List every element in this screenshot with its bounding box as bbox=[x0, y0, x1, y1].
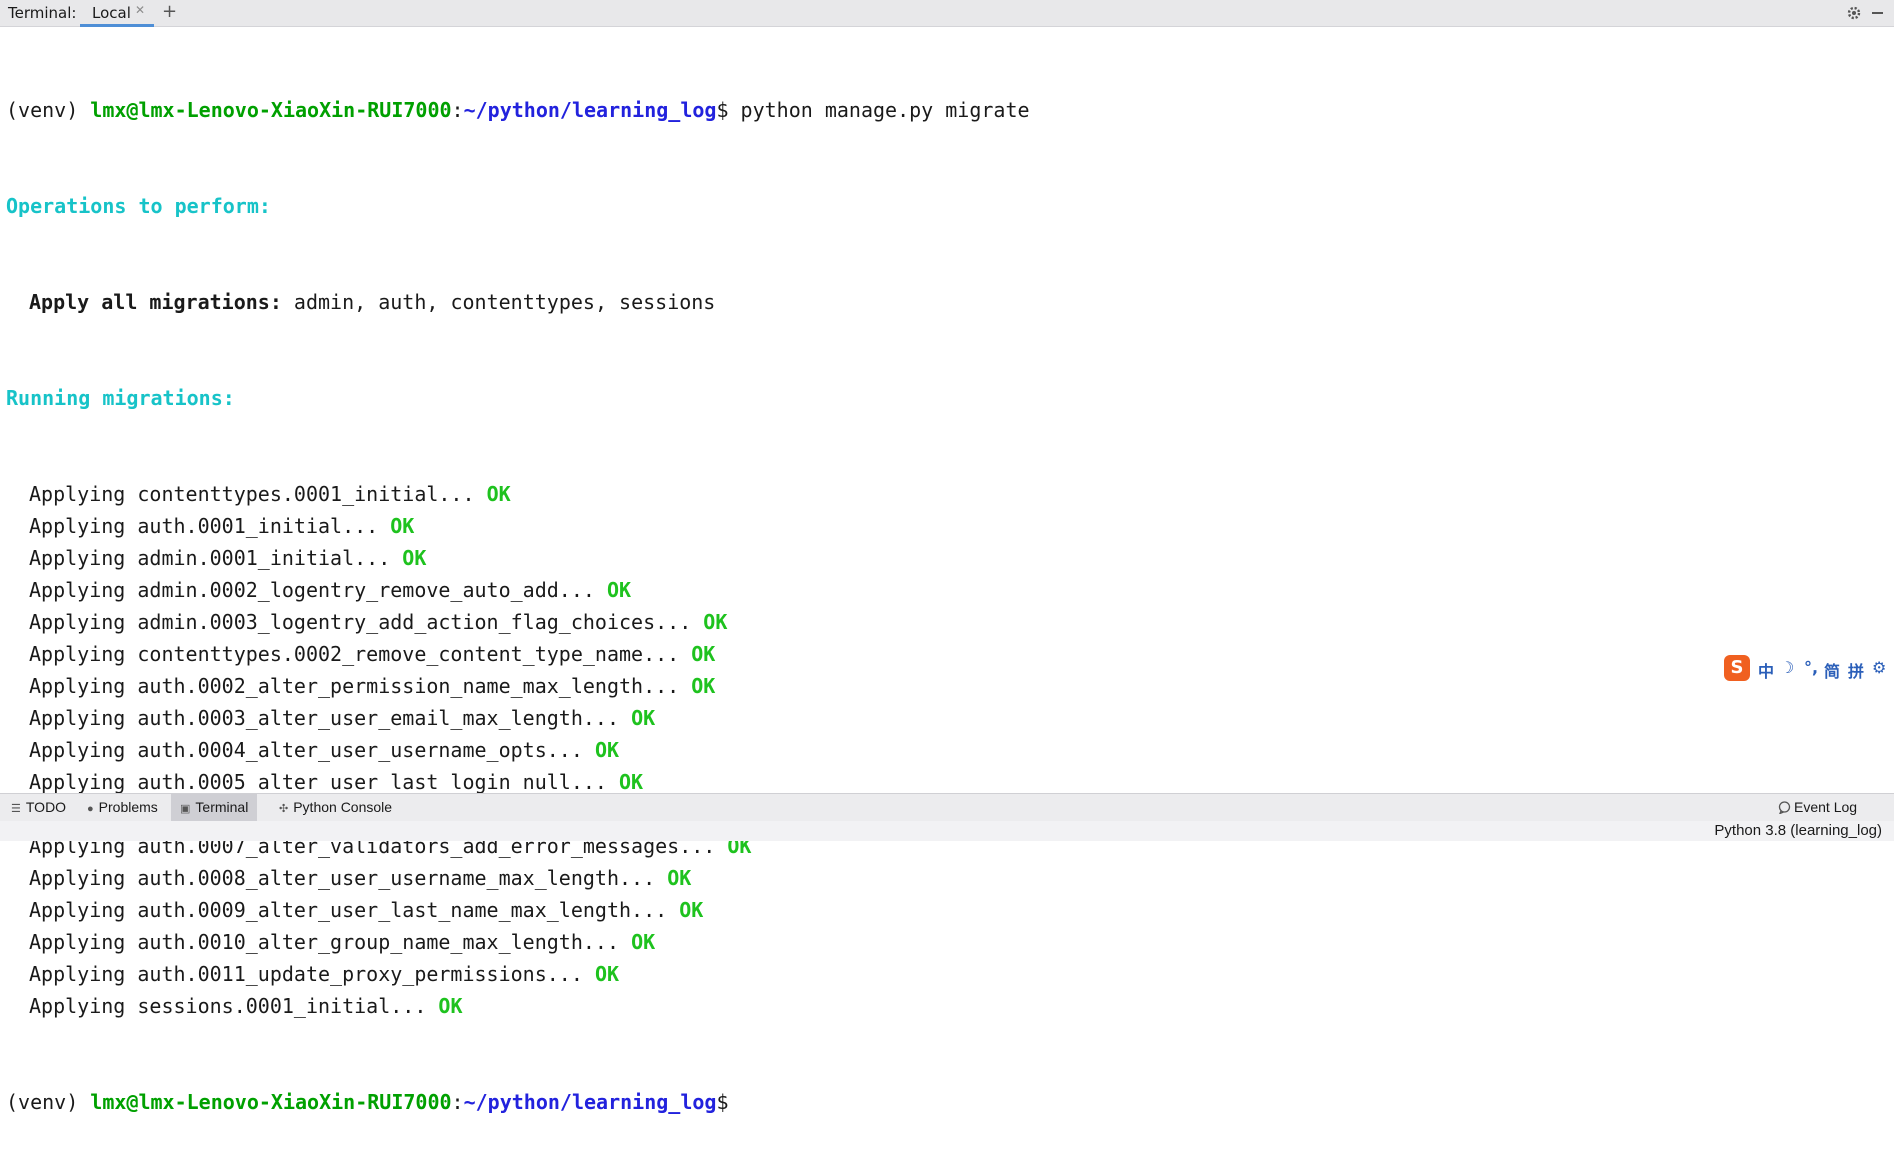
working-directory: ~/python/learning_log bbox=[463, 98, 717, 122]
migration-line: Applying auth.0009_alter_user_last_name_… bbox=[6, 894, 1894, 926]
tab-todo-label: TODO bbox=[25, 799, 67, 815]
migration-text: Applying auth.0008_alter_user_username_m… bbox=[29, 866, 668, 890]
migration-line: Applying auth.0011_update_proxy_permissi… bbox=[6, 958, 1894, 990]
speech-bubble-icon bbox=[1778, 801, 1791, 815]
add-tab-icon[interactable]: + bbox=[162, 1, 177, 22]
ok-status: OK bbox=[667, 866, 692, 890]
prompt-line: (venv) lmx@lmx-Lenovo-XiaoXin-RUI7000:~/… bbox=[6, 1086, 1894, 1118]
apply-all-apps: admin, auth, contenttypes, sessions bbox=[281, 290, 716, 314]
ok-status: OK bbox=[438, 994, 463, 1018]
migration-line: Applying auth.0010_alter_group_name_max_… bbox=[6, 926, 1894, 958]
migration-line: Applying auth.0001_initial... OK bbox=[6, 510, 1894, 542]
tab-python-console[interactable]: ✣ Python Console bbox=[270, 794, 401, 821]
terminal-output[interactable]: (venv) lmx@lmx-Lenovo-XiaoXin-RUI7000:~/… bbox=[0, 27, 1894, 1114]
migration-line: Applying sessions.0001_initial... OK bbox=[6, 990, 1894, 1022]
migration-text: Applying admin.0002_logentry_remove_auto… bbox=[29, 578, 607, 602]
migration-line: Applying auth.0002_alter_permission_name… bbox=[6, 670, 1894, 702]
tab-label: Local bbox=[92, 4, 131, 22]
migration-text: Applying auth.0001_initial... bbox=[29, 514, 391, 538]
ime-toolbar[interactable]: S 中 ☽ °, 简 拼 ⚙ bbox=[1724, 655, 1890, 683]
punctuation-icon[interactable]: °, bbox=[1804, 658, 1818, 677]
migration-text: Applying auth.0009_alter_user_last_name_… bbox=[29, 898, 680, 922]
half-width-icon[interactable]: ☽ bbox=[1780, 658, 1794, 677]
migration-text: Applying auth.0004_alter_user_username_o… bbox=[29, 738, 595, 762]
list-icon: ☰ bbox=[11, 803, 21, 815]
status-bar: Python 3.8 (learning_log) bbox=[0, 821, 1894, 841]
close-icon[interactable]: ✕ bbox=[135, 3, 145, 17]
apply-all-line: Apply all migrations: admin, auth, conte… bbox=[6, 286, 1894, 318]
venv-label: (venv) bbox=[6, 1090, 91, 1114]
migration-line: Applying auth.0008_alter_user_username_m… bbox=[6, 862, 1894, 894]
migration-text: Applying admin.0001_initial... bbox=[29, 546, 403, 570]
migration-line: Applying admin.0002_logentry_remove_auto… bbox=[6, 574, 1894, 606]
ok-status: OK bbox=[691, 674, 716, 698]
tab-todo[interactable]: ☰ TODO bbox=[2, 794, 75, 821]
ok-status: OK bbox=[390, 514, 415, 538]
ok-status: OK bbox=[402, 546, 427, 570]
ok-status: OK bbox=[606, 578, 632, 602]
migration-line: Applying admin.0001_initial... OK bbox=[6, 542, 1894, 574]
event-log-button[interactable]: Event Log bbox=[1778, 794, 1857, 821]
ok-status: OK bbox=[703, 610, 728, 634]
command-text: python manage.py migrate bbox=[728, 98, 1030, 122]
user-host: lmx@lmx-Lenovo-XiaoXin-RUI7000 bbox=[90, 1090, 452, 1114]
gear-icon[interactable] bbox=[1846, 5, 1862, 25]
ok-status: OK bbox=[594, 738, 620, 762]
migration-line: Applying admin.0003_logentry_add_action_… bbox=[6, 606, 1894, 638]
tab-terminal-label: Terminal bbox=[195, 799, 249, 815]
ok-status: OK bbox=[594, 962, 620, 986]
tool-window-bar: ☰ TODO ● Problems ▣ Terminal ✣ Python Consol… bbox=[0, 793, 1894, 821]
migration-text: Applying auth.0002_alter_permission_name… bbox=[29, 674, 692, 698]
prompt-line: (venv) lmx@lmx-Lenovo-XiaoXin-RUI7000:~/… bbox=[6, 94, 1894, 126]
working-directory: ~/python/learning_log bbox=[463, 1090, 717, 1114]
migration-text: Applying contenttypes.0001_initial... bbox=[29, 482, 487, 506]
terminal-icon: ▣ bbox=[180, 803, 191, 815]
event-log-label: Event Log bbox=[1794, 799, 1858, 815]
pinyin-icon[interactable]: 拼 bbox=[1848, 658, 1864, 682]
prompt-dollar: $ bbox=[716, 1090, 729, 1114]
terminal-header: Terminal: Local ✕ + bbox=[0, 0, 1894, 27]
tab-problems[interactable]: ● Problems bbox=[78, 794, 167, 821]
migration-list: Applying contenttypes.0001_initial... OK… bbox=[6, 478, 1894, 1022]
terminal-title: Terminal: bbox=[8, 4, 77, 22]
running-header: Running migrations: bbox=[6, 386, 235, 410]
ok-status: OK bbox=[679, 898, 704, 922]
migration-line: Applying auth.0003_alter_user_email_max_… bbox=[6, 702, 1894, 734]
ime-settings-icon[interactable]: ⚙ bbox=[1872, 658, 1886, 677]
migration-text: Applying auth.0003_alter_user_email_max_… bbox=[29, 706, 632, 730]
prompt-dollar: $ bbox=[716, 98, 729, 122]
tab-local[interactable]: Local ✕ bbox=[80, 0, 154, 27]
migration-text: Applying auth.0005_alter_user_last_login… bbox=[29, 770, 620, 794]
migration-text: Applying auth.0010_alter_group_name_max_… bbox=[29, 930, 632, 954]
interpreter-selector[interactable]: Python 3.8 (learning_log) bbox=[1714, 822, 1882, 839]
ok-status: OK bbox=[619, 770, 644, 794]
operations-header: Operations to perform: bbox=[6, 194, 271, 218]
minimize-icon[interactable] bbox=[1872, 12, 1883, 14]
python-console-icon: ✣ bbox=[279, 803, 289, 815]
sogou-logo-icon[interactable]: S bbox=[1724, 655, 1750, 681]
problems-icon: ● bbox=[87, 803, 94, 815]
migration-text: Applying sessions.0001_initial... bbox=[29, 994, 439, 1018]
migration-line: Applying contenttypes.0002_remove_conten… bbox=[6, 638, 1894, 670]
apply-all-label: Apply all migrations: bbox=[29, 290, 282, 314]
tab-terminal[interactable]: ▣ Terminal bbox=[171, 794, 258, 821]
migration-text: Applying admin.0003_logentry_add_action_… bbox=[29, 610, 704, 634]
migration-line: Applying auth.0004_alter_user_username_o… bbox=[6, 734, 1894, 766]
ok-status: OK bbox=[691, 642, 716, 666]
prompt-colon: : bbox=[451, 98, 464, 122]
prompt-colon: : bbox=[451, 1090, 464, 1114]
migration-text: Applying auth.0011_update_proxy_permissi… bbox=[29, 962, 595, 986]
migration-text: Applying contenttypes.0002_remove_conten… bbox=[29, 642, 692, 666]
tab-problems-label: Problems bbox=[98, 799, 158, 815]
venv-label: (venv) bbox=[6, 98, 91, 122]
ok-status: OK bbox=[631, 706, 656, 730]
simplified-icon[interactable]: 简 bbox=[1824, 658, 1840, 682]
ok-status: OK bbox=[631, 930, 656, 954]
ok-status: OK bbox=[486, 482, 511, 506]
migration-line: Applying contenttypes.0001_initial... OK bbox=[6, 478, 1894, 510]
user-host: lmx@lmx-Lenovo-XiaoXin-RUI7000 bbox=[90, 98, 452, 122]
tab-python-console-label: Python Console bbox=[293, 799, 393, 815]
chinese-mode-icon[interactable]: 中 bbox=[1758, 658, 1774, 682]
